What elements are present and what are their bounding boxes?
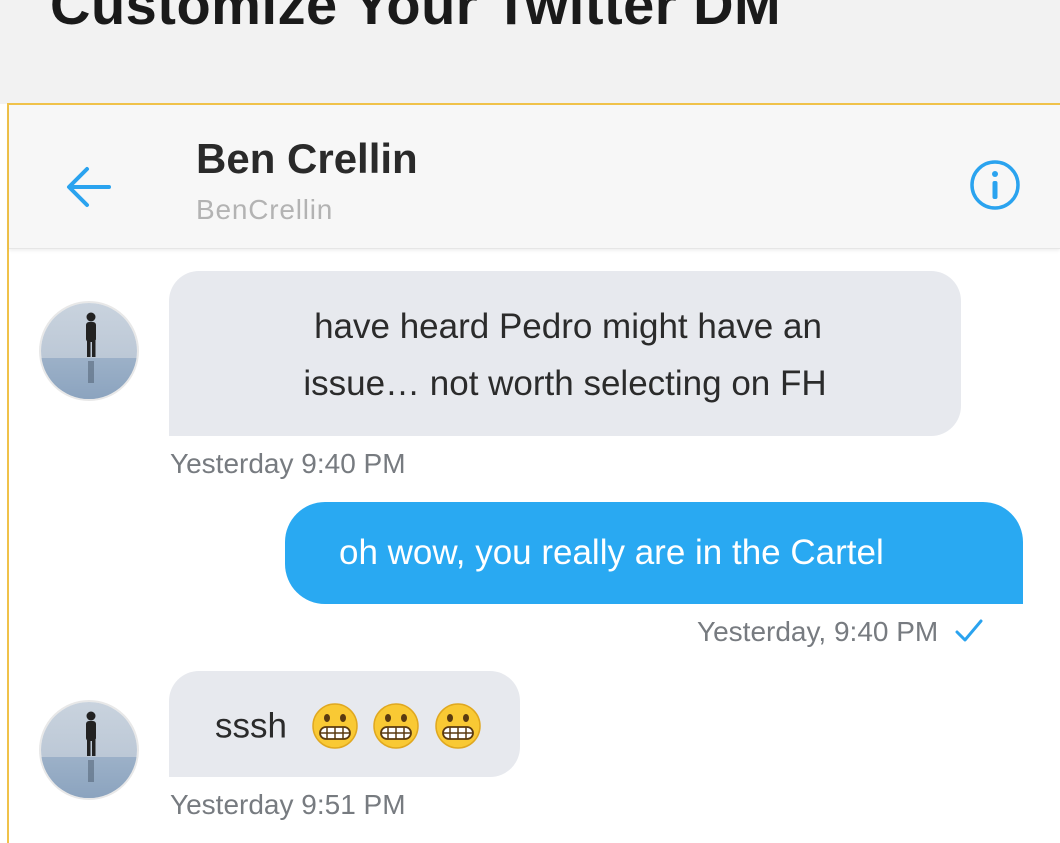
avatar[interactable]	[39, 301, 139, 401]
message-line: issue… not worth selecting on FH	[303, 364, 827, 403]
message-timestamp: Yesterday 9:40 PM	[170, 448, 406, 479]
info-button[interactable]	[967, 157, 1023, 213]
message-line: have heard Pedro might have an	[314, 307, 822, 346]
message-bubble-incoming[interactable]: have heard Pedro might have an issue… no…	[169, 271, 961, 436]
arrow-left-icon	[67, 167, 111, 207]
grimacing-face-emoji	[435, 703, 481, 749]
message-timestamp: Yesterday 9:51 PM	[170, 789, 406, 820]
message-text: sssh	[215, 706, 287, 746]
avatar[interactable]	[39, 700, 139, 800]
contact-handle: BenCrellin	[196, 194, 334, 225]
conversation-header: Ben Crellin BenCrellin	[9, 105, 1060, 249]
message-timestamp: Yesterday, 9:40 PM	[697, 616, 984, 648]
grimacing-face-emoji	[373, 703, 420, 749]
page-title: Customize Your Twitter DM	[50, 0, 782, 36]
message-time: Yesterday, 9:40 PM	[697, 616, 939, 647]
back-button[interactable]	[55, 157, 121, 223]
message-text: oh wow, you really are in the Cartel	[339, 533, 884, 572]
grimacing-face-emoji	[311, 703, 358, 749]
message-bubble-incoming[interactable]: sssh	[169, 671, 520, 777]
avatar-photo	[41, 303, 137, 399]
page-header: Customize Your Twitter DM	[0, 0, 1060, 104]
checkmark-icon	[955, 619, 983, 642]
message-bubble-outgoing[interactable]: oh wow, you really are in the Cartel	[285, 502, 1023, 604]
contact-name: Ben Crellin	[196, 135, 418, 182]
info-circle-icon	[970, 160, 1020, 210]
avatar-photo	[41, 702, 137, 798]
